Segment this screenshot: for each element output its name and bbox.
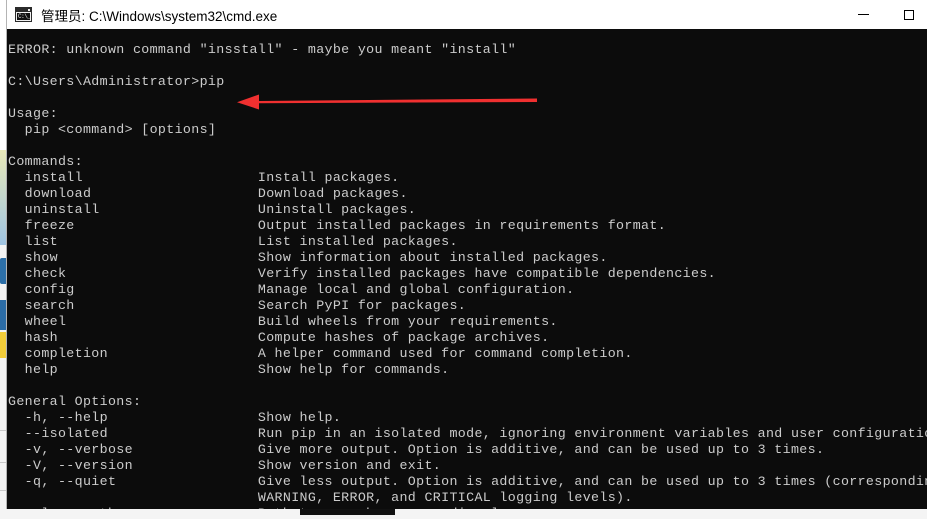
terminal-text: ERROR: unknown command "insstall" - mayb…	[8, 42, 927, 509]
cmd-console-icon-text: C:\_	[17, 13, 31, 20]
desktop-below-window	[0, 509, 927, 519]
minimize-button[interactable]	[841, 0, 886, 29]
cmd-console-icon: C:\_	[15, 7, 32, 22]
console-output-area[interactable]: ERROR: unknown command "insstall" - mayb…	[7, 29, 927, 509]
taskbar-sliver	[300, 509, 395, 515]
cmd-window: C:\_ 管理员: C:\Windows\system32\cmd.exe ER…	[7, 0, 927, 509]
screen-root: C:\_ 管理员: C:\Windows\system32\cmd.exe ER…	[0, 0, 927, 519]
window-titlebar[interactable]: C:\_ 管理员: C:\Windows\system32\cmd.exe	[7, 0, 927, 30]
window-title: 管理员: C:\Windows\system32\cmd.exe	[41, 8, 278, 24]
window-controls	[841, 0, 927, 29]
maximize-button[interactable]	[886, 0, 927, 29]
